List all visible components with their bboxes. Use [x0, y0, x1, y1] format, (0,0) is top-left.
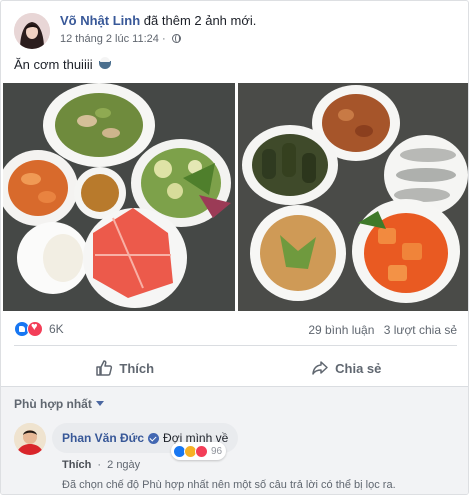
post-caption: Ăn cơm thuiiii [14, 57, 112, 72]
post-timestamp[interactable]: 12 tháng 2 lúc 11:24 [60, 33, 159, 45]
author-avatar[interactable] [14, 13, 50, 49]
post-actions: Thích Chia sẻ [14, 350, 457, 386]
like-label: Thích [119, 360, 155, 376]
like-button[interactable]: Thích [14, 350, 236, 386]
comment-count[interactable]: 29 bình luận [308, 323, 374, 337]
globe-icon[interactable] [171, 34, 181, 43]
photo-grid [3, 83, 468, 311]
reaction-summary[interactable]: 6K [14, 321, 64, 337]
divider [14, 345, 457, 346]
comment-actions: Thích · 2 ngày [62, 459, 140, 471]
author-name[interactable]: Võ Nhật Linh [60, 13, 140, 28]
comment-sort-dropdown[interactable]: Phù hợp nhất [14, 397, 104, 411]
filter-notice: Đã chọn chế độ Phù hợp nhất nên một số c… [62, 479, 396, 491]
share-label: Chia sẻ [335, 360, 382, 376]
rice-bowl-icon [99, 57, 112, 69]
comment-reactions[interactable]: 96 [171, 442, 227, 460]
comment-like-link[interactable]: Thích [62, 459, 91, 471]
post-header: Võ Nhật Linh đã thêm 2 ảnh mới. 12 tháng… [14, 13, 454, 49]
verified-badge-icon [148, 432, 160, 444]
share-arrow-icon [312, 361, 328, 375]
photo-2[interactable] [238, 83, 468, 311]
comment-share-counts: 29 bình luận 3 lượt chia sẻ [308, 323, 457, 337]
comment-time[interactable]: 2 ngày [107, 459, 140, 471]
caret-down-icon [95, 401, 104, 406]
post-card: Võ Nhật Linh đã thêm 2 ảnh mới. 12 tháng… [0, 0, 469, 495]
photo-1[interactable] [3, 83, 235, 311]
post-action-text: đã thêm 2 ảnh mới. [143, 13, 257, 28]
separator: · [97, 459, 102, 471]
share-count[interactable]: 3 lượt chia sẻ [384, 323, 457, 337]
comments-section: Phù hợp nhất Phan Văn Đức Đợi mình về 96… [1, 386, 468, 494]
sort-label: Phù hợp nhất [14, 397, 92, 411]
post-stats: 6K 29 bình luận 3 lượt chia sẻ [14, 321, 457, 341]
caption-text: Ăn cơm thuiiii [14, 57, 93, 72]
commenter-name[interactable]: Phan Văn Đức [62, 431, 144, 445]
love-reaction-icon [195, 444, 208, 458]
commenter-avatar[interactable] [14, 423, 46, 455]
post-meta: 12 tháng 2 lúc 11:24 · [60, 33, 181, 45]
love-reaction-icon [27, 321, 43, 337]
author-line: Võ Nhật Linh đã thêm 2 ảnh mới. [60, 13, 256, 28]
comment-reaction-count: 96 [211, 445, 223, 457]
thumbs-up-icon [96, 360, 113, 376]
share-button[interactable]: Chia sẻ [236, 350, 458, 386]
reaction-count[interactable]: 6K [49, 322, 64, 336]
